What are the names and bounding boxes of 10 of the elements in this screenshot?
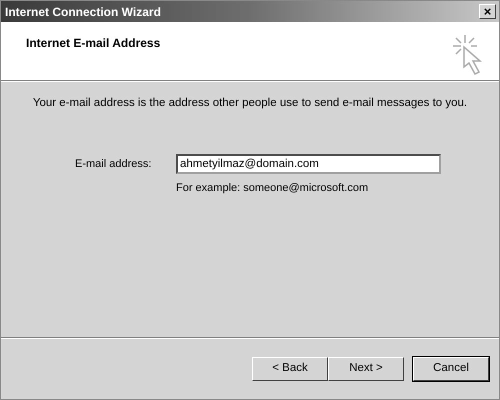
example-text: For example: someone@microsoft.com [176, 181, 368, 196]
page-title: Internet E-mail Address [26, 35, 160, 52]
wizard-button[interactable]: Cancel [413, 356, 489, 380]
wizard-button[interactable]: Next > [328, 356, 404, 380]
intro-text: Your e-mail address is the address other people use to send e-mail messages to you. [32, 96, 468, 111]
email-label: E-mail address: [75, 157, 152, 172]
close-button[interactable]: × [479, 4, 496, 19]
email-field[interactable]: ahmetyilmaz@domain.com [176, 154, 441, 174]
wizard-button[interactable]: < Back [252, 356, 328, 380]
window-title: Internet Connection Wizard [5, 4, 161, 20]
